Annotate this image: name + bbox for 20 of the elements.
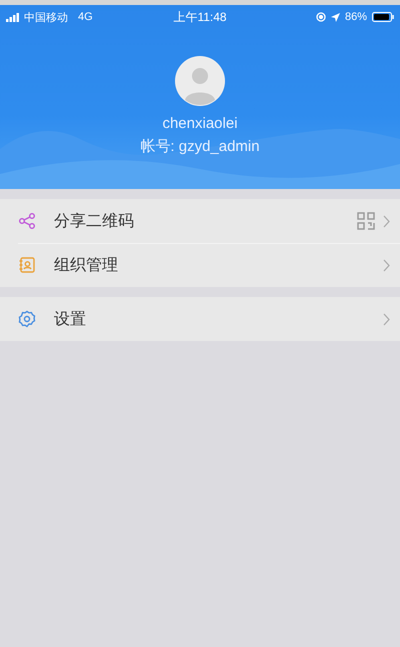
battery-icon <box>372 12 394 22</box>
status-time: 上午11:48 <box>173 8 227 26</box>
chevron-right-icon <box>383 312 390 326</box>
account-id: 帐号: gzyd_admin <box>140 137 260 156</box>
menu-item[interactable]: 分享二维码 <box>0 199 400 243</box>
rotation-lock-icon <box>316 12 326 22</box>
chevron-right-icon <box>383 258 390 272</box>
chevron-right-icon <box>383 214 390 228</box>
share-icon <box>18 212 36 230</box>
location-icon <box>330 12 340 22</box>
menu-item[interactable]: 设置 <box>0 297 400 341</box>
settings-icon <box>18 310 36 328</box>
carrier-name: 中国移动 <box>24 10 68 24</box>
menu-item[interactable]: 组织管理 <box>0 243 400 287</box>
network-type: 4G <box>78 11 93 23</box>
contact-card-icon <box>18 256 36 274</box>
user-name: chenxiaolei <box>162 115 238 132</box>
battery-percent: 86% <box>344 11 368 23</box>
signal-icon <box>6 12 20 22</box>
avatar[interactable] <box>175 56 225 106</box>
